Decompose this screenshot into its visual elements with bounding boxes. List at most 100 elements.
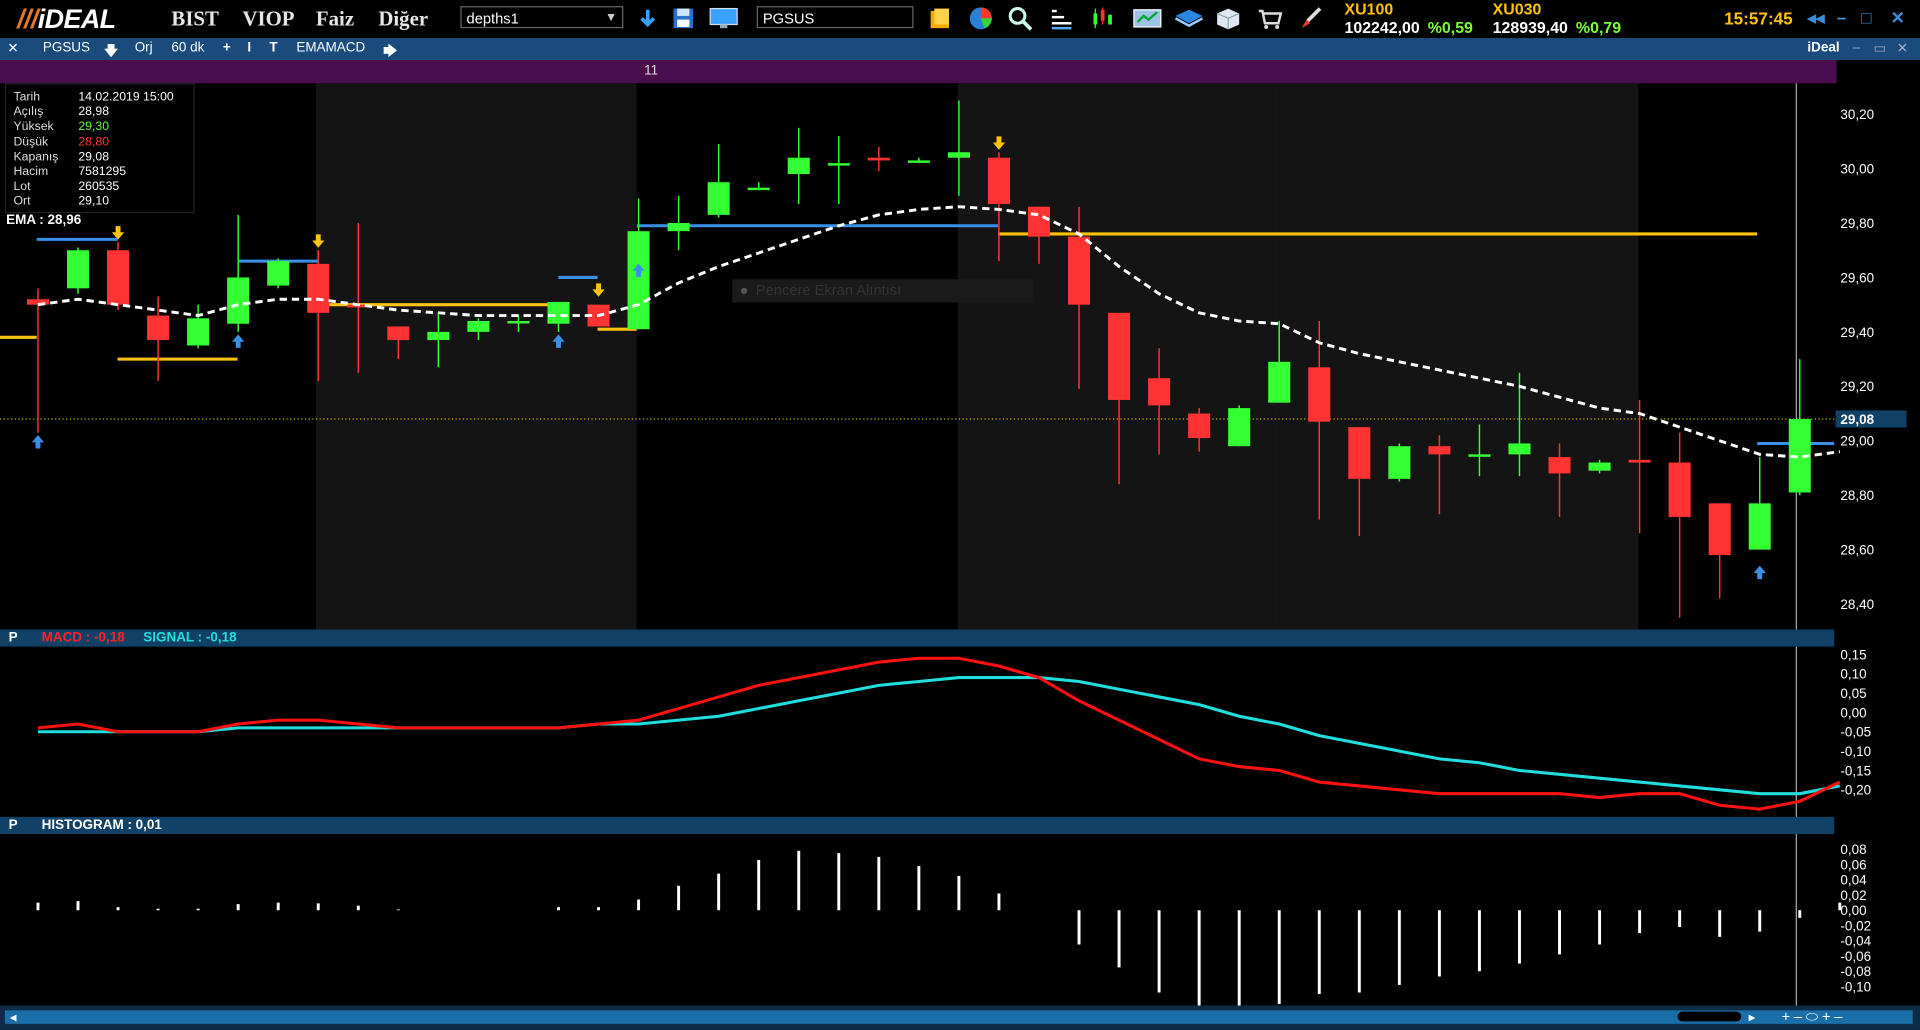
symbol-input[interactable]: PGSUS bbox=[756, 6, 914, 29]
cart-icon[interactable] bbox=[1256, 6, 1283, 30]
hist-tick-label: 0,06 bbox=[1840, 857, 1866, 872]
close-button[interactable]: ✕ bbox=[1891, 7, 1905, 28]
candle-body bbox=[1428, 446, 1451, 455]
price-tick-label: 29,20 bbox=[1840, 379, 1874, 394]
info-key-6: Lot bbox=[13, 180, 31, 194]
macd-header-right bbox=[1834, 629, 1920, 647]
add-button[interactable]: + bbox=[223, 40, 231, 55]
price-tick-label: 30,20 bbox=[1840, 107, 1874, 122]
menu-diger[interactable]: Diğer bbox=[378, 7, 428, 31]
session-band-1 bbox=[1279, 83, 1639, 630]
monitor-icon[interactable] bbox=[708, 6, 740, 30]
scroll-thumb[interactable] bbox=[1677, 1011, 1742, 1022]
candle-body bbox=[147, 315, 170, 341]
indicator-button[interactable]: EMAMACD bbox=[296, 40, 365, 55]
candle-body bbox=[307, 263, 330, 313]
candle-body bbox=[227, 277, 250, 324]
minimize-button[interactable]: – bbox=[1837, 7, 1847, 27]
scrollbar-track[interactable] bbox=[4, 1010, 1913, 1024]
save-icon[interactable] bbox=[670, 6, 697, 30]
price-tick-label: 28,60 bbox=[1840, 543, 1874, 558]
download-icon[interactable] bbox=[634, 6, 661, 30]
price-chart[interactable]: 30,20 30,00 29,80 29,60 29,40 29,20 29,00 28,80… bbox=[0, 83, 1920, 630]
macd-panel-header: P MACD : -0,18 SIGNAL : -0,18 bbox=[0, 629, 1835, 647]
candle-body bbox=[1628, 459, 1651, 463]
info-value-3: 28,80 bbox=[78, 135, 110, 149]
menu-viop[interactable]: VIOP bbox=[242, 7, 294, 31]
candle-body bbox=[1548, 457, 1571, 474]
menu-faiz[interactable]: Faiz bbox=[316, 7, 354, 31]
text-tool-icon[interactable]: T bbox=[269, 40, 277, 55]
candle-body bbox=[747, 187, 770, 191]
period-label: 11 bbox=[644, 63, 659, 79]
zoom-controls[interactable]: +–⬭+– bbox=[1782, 1008, 1846, 1026]
brush-icon[interactable] bbox=[1298, 6, 1325, 30]
maximize-button[interactable]: □ bbox=[1861, 7, 1871, 27]
cursor-icon[interactable]: I bbox=[247, 40, 251, 55]
orj-button[interactable]: Orj bbox=[135, 40, 153, 55]
hist-tick-label: 0,02 bbox=[1840, 888, 1866, 903]
pie-chart-icon[interactable] bbox=[967, 6, 994, 30]
period-button[interactable]: 60 dk bbox=[171, 40, 204, 55]
hist-tick-label: -0,02 bbox=[1840, 918, 1871, 933]
candle-body bbox=[547, 301, 570, 324]
price-tick-label: 29,40 bbox=[1840, 325, 1874, 340]
screen-chart-icon[interactable] bbox=[1131, 6, 1163, 30]
info-value-5: 7581295 bbox=[78, 165, 127, 179]
symbol-input-value: PGSUS bbox=[762, 9, 815, 27]
folder-icon[interactable] bbox=[927, 6, 954, 30]
info-value-4: 29,08 bbox=[78, 150, 110, 164]
macd-tick-label: -0,10 bbox=[1840, 744, 1871, 759]
menubar: ///iDEAL BIST VIOP Faiz Diğer depths1 ▼ … bbox=[0, 0, 1920, 38]
hist-tick-label: 0,08 bbox=[1840, 842, 1866, 857]
macd-tick-label: -0,20 bbox=[1840, 783, 1871, 798]
list-icon[interactable] bbox=[1048, 6, 1075, 30]
chart-symbol[interactable]: PGSUS bbox=[43, 40, 90, 55]
candle-body bbox=[627, 231, 650, 330]
candle-body bbox=[507, 321, 530, 324]
macd-tick-label: -0,15 bbox=[1840, 763, 1871, 778]
index-value-xu030: 128939,40 bbox=[1492, 18, 1568, 37]
candlestick-icon[interactable] bbox=[1090, 6, 1117, 30]
price-tick-label: 28,80 bbox=[1840, 488, 1874, 503]
histogram-chart[interactable]: 0,080,060,040,020,00-0,02-0,04-0,06-0,08… bbox=[0, 834, 1920, 1006]
candle-body bbox=[467, 321, 490, 332]
buy-arrow-icon bbox=[1753, 565, 1766, 580]
menu-bist[interactable]: BIST bbox=[171, 7, 218, 31]
macd-tick-label: 0,10 bbox=[1840, 667, 1866, 682]
layout-combo[interactable]: depths1 ▼ bbox=[460, 6, 624, 29]
histogram-panel-header: P HISTOGRAM : 0,01 bbox=[0, 816, 1835, 835]
period-bar-right bbox=[1836, 60, 1920, 84]
index-value-xu100: 102242,00 bbox=[1344, 18, 1420, 37]
search-icon[interactable] bbox=[1007, 6, 1034, 31]
scroll-left-icon[interactable]: ◂ bbox=[10, 1009, 17, 1025]
candle-body bbox=[1748, 503, 1771, 550]
hist-tick-label: -0,10 bbox=[1840, 979, 1871, 994]
back-icon[interactable]: ◂◂ bbox=[1807, 7, 1824, 28]
layout-combo-value: depths1 bbox=[466, 9, 519, 27]
hist-tick-label: 0,04 bbox=[1840, 873, 1867, 888]
candle-body bbox=[187, 318, 210, 346]
book-icon[interactable] bbox=[1173, 6, 1205, 30]
info-value-7: 29,10 bbox=[78, 195, 110, 209]
macd-chart[interactable]: 0,15 0,10 0,05 0,00 -0,05 -0,10 -0,15 -0,20 bbox=[0, 646, 1920, 817]
current-price-label: 29,08 bbox=[1840, 412, 1874, 427]
info-key-5: Hacim bbox=[13, 165, 49, 179]
session-band-0 bbox=[315, 83, 637, 630]
info-key-4: Kapanış bbox=[13, 150, 59, 164]
ema-label: EMA : 28,96 bbox=[6, 213, 82, 228]
price-tick-label: 28,40 bbox=[1840, 597, 1874, 612]
signal-line bbox=[37, 676, 1841, 796]
chart-window-close-icon[interactable]: ✕ bbox=[1897, 40, 1908, 57]
chart-close-button[interactable]: ✕ bbox=[7, 40, 18, 57]
ideal-logo[interactable]: ///iDEAL bbox=[17, 4, 116, 36]
histogram-panel-p[interactable]: P bbox=[9, 818, 18, 833]
cube-icon[interactable] bbox=[1215, 6, 1242, 30]
macd-panel-p[interactable]: P bbox=[9, 631, 18, 646]
scroll-right-icon[interactable]: ▸ bbox=[1749, 1009, 1756, 1025]
index-name-xu100: XU100 bbox=[1344, 0, 1394, 19]
restore-icon[interactable]: – bbox=[1853, 40, 1861, 55]
window-icon[interactable]: ▭ bbox=[1873, 40, 1886, 57]
candle-body bbox=[1708, 503, 1731, 556]
candle-body bbox=[947, 152, 970, 158]
